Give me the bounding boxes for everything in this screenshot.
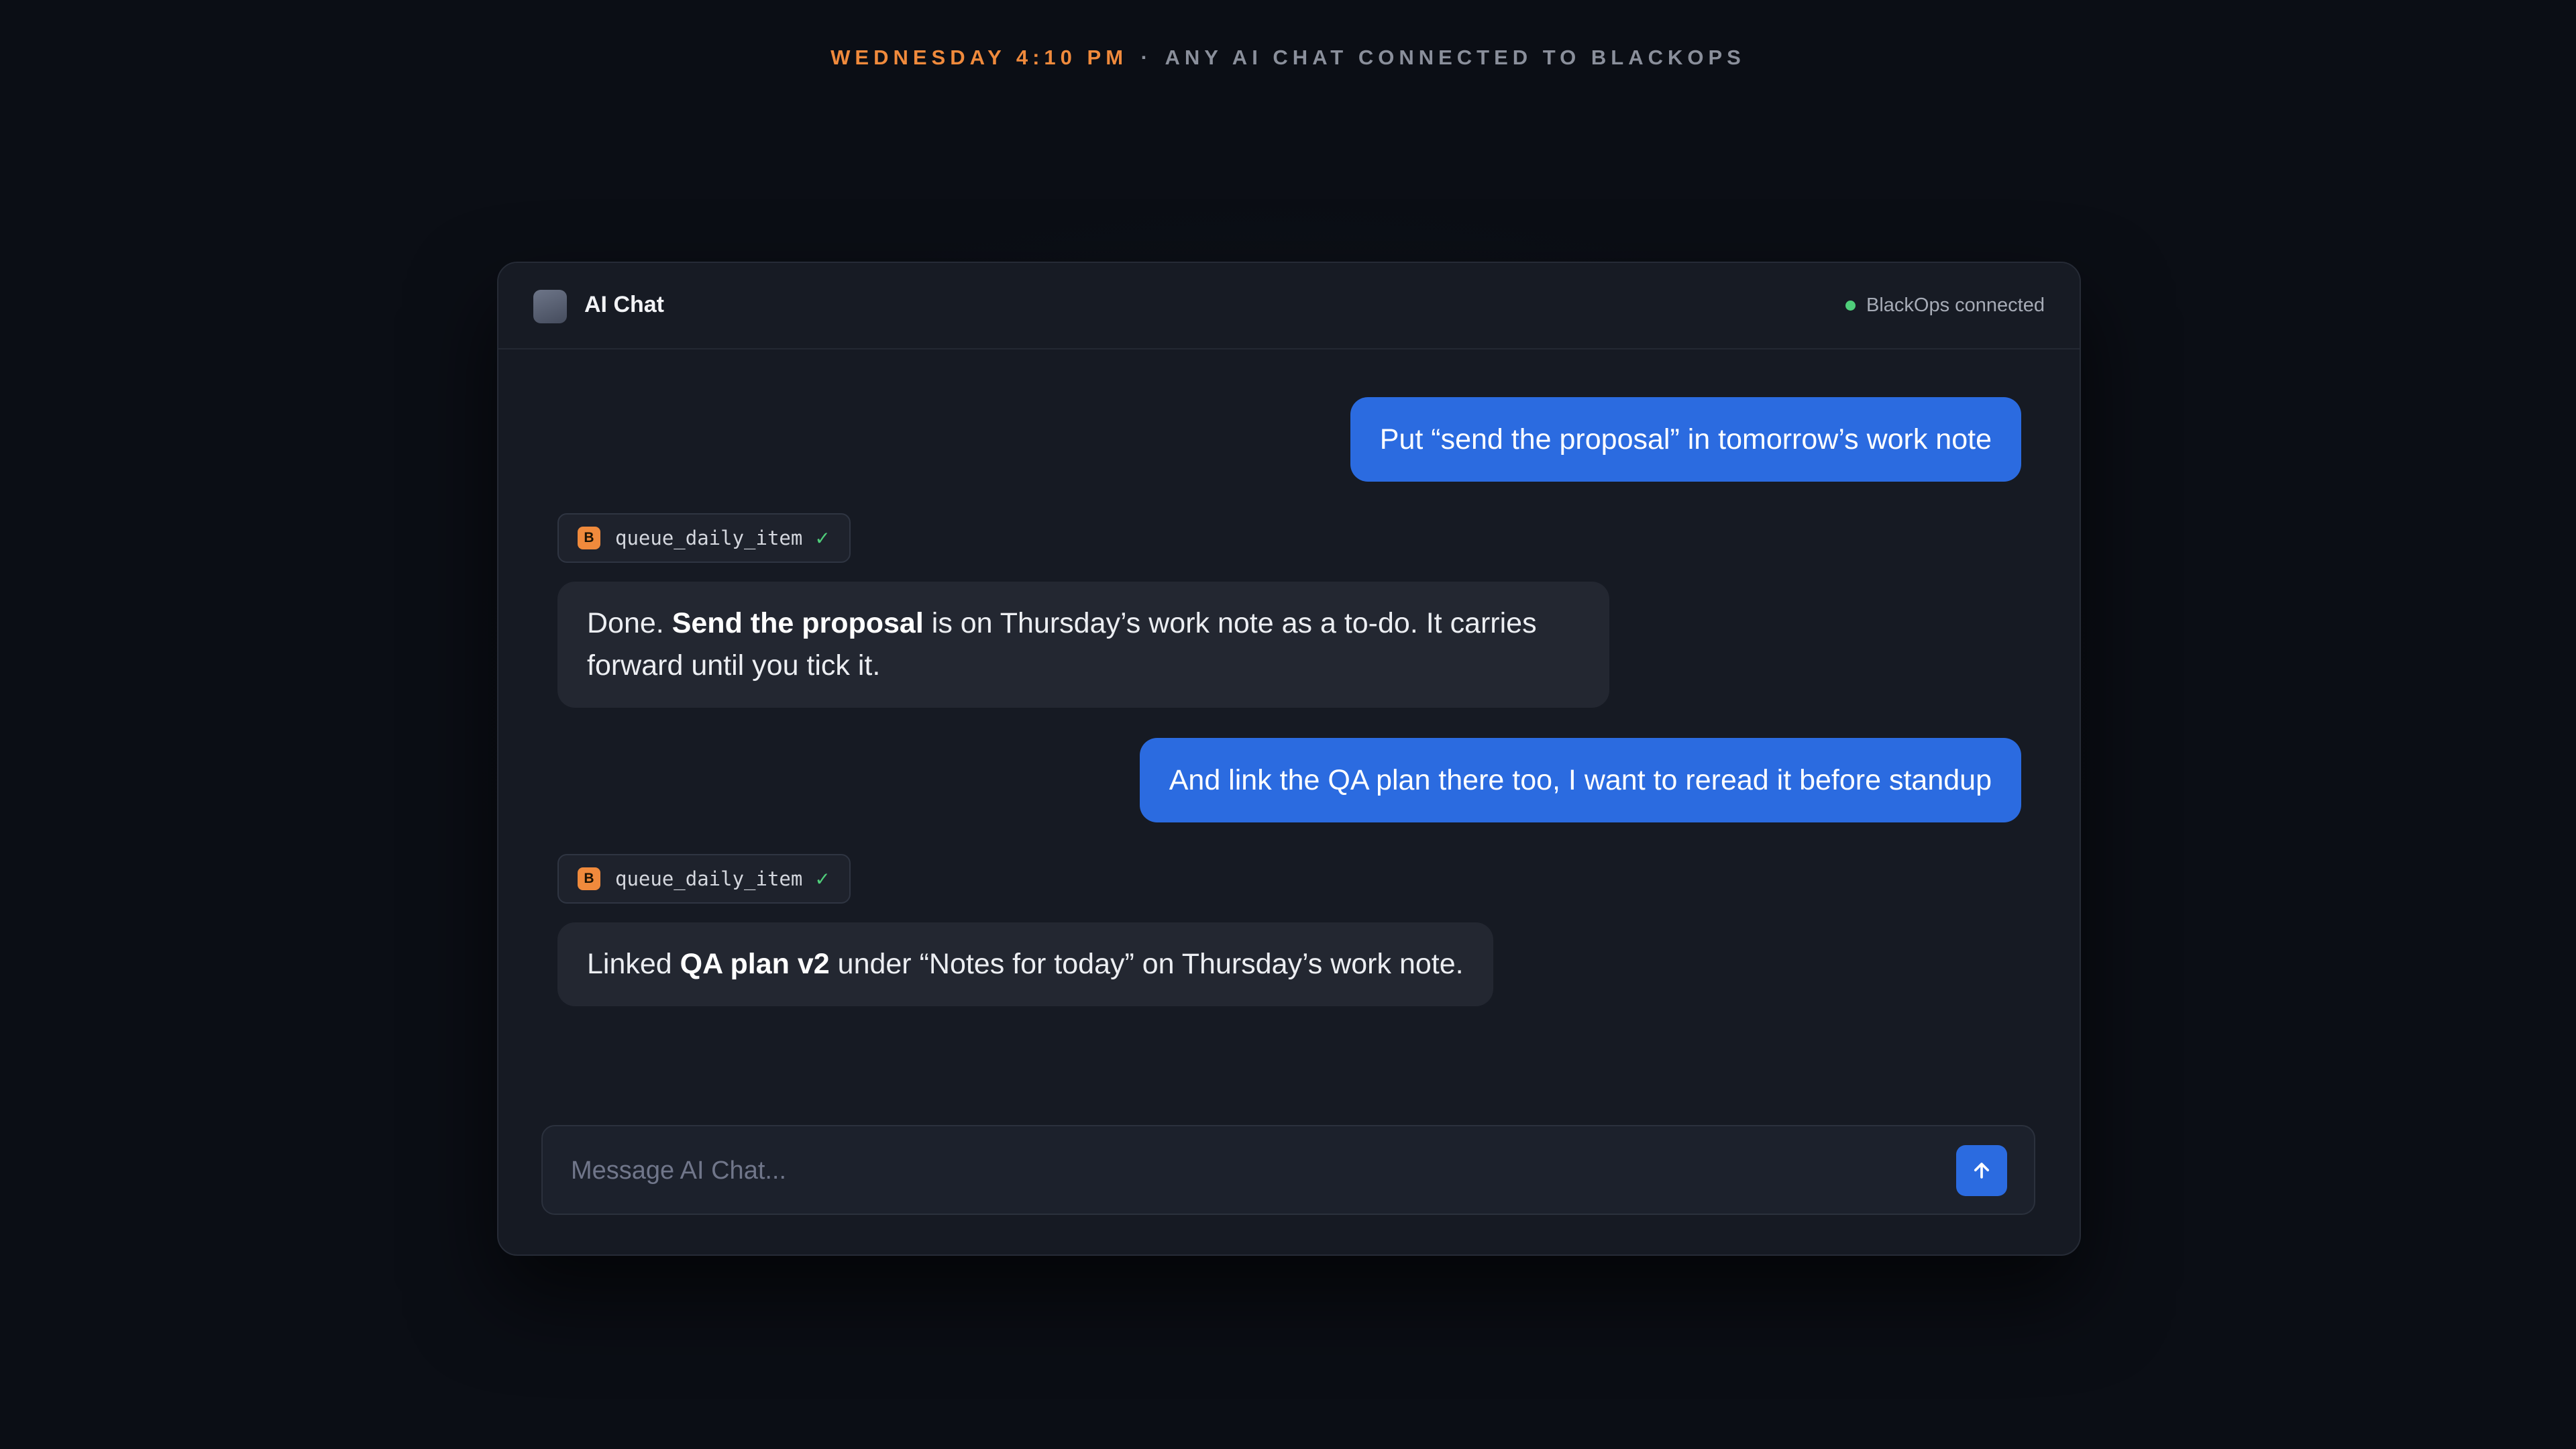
blackops-tool-icon: B bbox=[578, 527, 600, 549]
connection-status: BlackOps connected bbox=[1845, 294, 2045, 317]
send-button[interactable] bbox=[1956, 1145, 2007, 1196]
window-titlebar: AI Chat BlackOps connected bbox=[498, 263, 2080, 350]
tool-call-chip[interactable]: B queue_daily_item ✓ bbox=[557, 854, 851, 904]
checkmark-icon: ✓ bbox=[814, 868, 830, 890]
assistant-message-text: under “Notes for today” on Thursday’s wo… bbox=[829, 948, 1464, 980]
app-icon bbox=[533, 290, 567, 323]
assistant-message: Linked QA plan v2 under “Notes for today… bbox=[557, 922, 1493, 1006]
app-title: AI Chat bbox=[584, 292, 664, 317]
message-composer bbox=[541, 1125, 2035, 1215]
message-input[interactable] bbox=[570, 1126, 1927, 1215]
checkmark-icon: ✓ bbox=[814, 527, 830, 549]
user-message: Put “send the proposal” in tomorrow’s wo… bbox=[1350, 397, 2021, 482]
chat-window: AI Chat BlackOps connected Put “send the… bbox=[497, 262, 2081, 1256]
tool-call-name: queue_daily_item bbox=[615, 867, 803, 890]
assistant-message-text: Done. bbox=[587, 607, 672, 639]
scene-caption: WEDNESDAY 4:10 PM · ANY AI CHAT CONNECTE… bbox=[0, 46, 2576, 70]
assistant-message: Done. Send the proposal is on Thursday’s… bbox=[557, 582, 1609, 708]
caption-time: WEDNESDAY 4:10 PM bbox=[830, 46, 1128, 69]
blackops-tool-icon: B bbox=[578, 867, 600, 890]
user-message: And link the QA plan there too, I want t… bbox=[1139, 738, 2021, 822]
status-dot-icon bbox=[1845, 301, 1856, 311]
arrow-up-icon bbox=[1974, 1163, 1990, 1179]
tool-call-name: queue_daily_item bbox=[615, 527, 803, 549]
caption-description: ANY AI CHAT CONNECTED TO BLACKOPS bbox=[1165, 46, 1746, 69]
connection-status-label: BlackOps connected bbox=[1866, 294, 2045, 316]
assistant-message-bold: QA plan v2 bbox=[680, 948, 830, 980]
assistant-message-bold: Send the proposal bbox=[672, 607, 924, 639]
caption-separator: · bbox=[1140, 46, 1152, 69]
tool-call-chip[interactable]: B queue_daily_item ✓ bbox=[557, 513, 851, 563]
assistant-message-text: Linked bbox=[587, 948, 680, 980]
